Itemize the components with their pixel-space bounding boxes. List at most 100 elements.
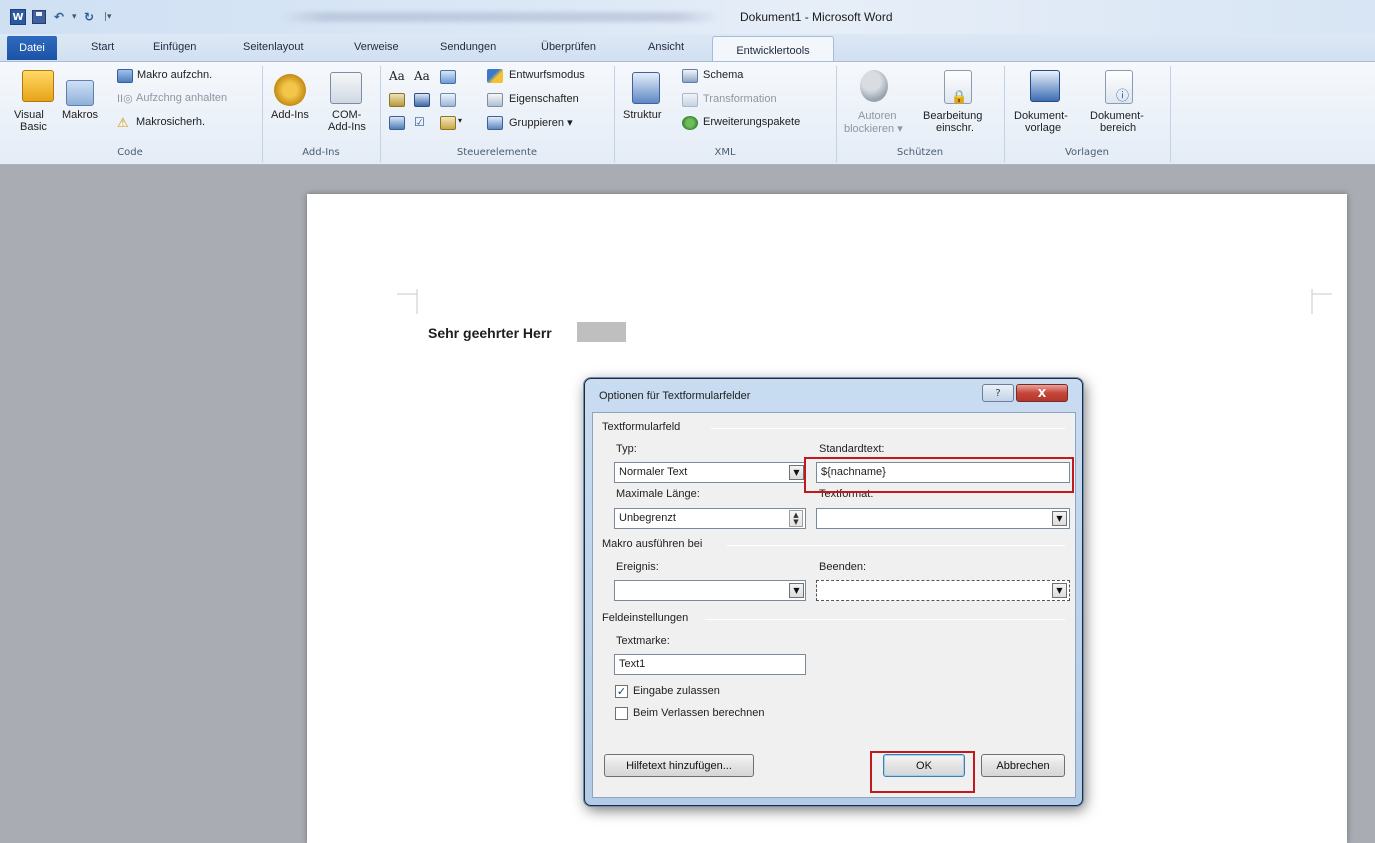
- customize-toolbar-icon[interactable]: |▾: [104, 9, 112, 25]
- chevron-down-icon[interactable]: ▼: [1052, 511, 1067, 526]
- picture-control-icon[interactable]: [440, 70, 456, 84]
- date-picker-control-icon[interactable]: [389, 116, 405, 130]
- autoren-blockieren-label-2[interactable]: blockieren ▾: [844, 122, 903, 135]
- visual-basic-icon[interactable]: [22, 70, 54, 102]
- beim-verlassen-berechnen-label[interactable]: Beim Verlassen berechnen: [633, 707, 764, 719]
- design-mode-icon[interactable]: [487, 69, 503, 83]
- erweiterungspakete-button[interactable]: Erweiterungspakete: [703, 116, 800, 128]
- tab-sendungen[interactable]: Sendungen: [440, 41, 496, 53]
- addins-gear-icon[interactable]: [274, 74, 306, 106]
- group-label-schuetzen: Schützen: [896, 147, 944, 158]
- addins-button[interactable]: Add-Ins: [271, 109, 309, 121]
- dokumentbereich-label-2[interactable]: bereich: [1100, 122, 1136, 134]
- legacy-tools-dropdown-icon[interactable]: ▾: [458, 116, 462, 125]
- transformation-button[interactable]: Transformation: [703, 93, 777, 105]
- ereignis-select[interactable]: [614, 580, 806, 601]
- schema-button[interactable]: Schema: [703, 69, 743, 81]
- visual-basic-label-2[interactable]: Basic: [20, 121, 47, 133]
- struktur-button[interactable]: Struktur: [623, 109, 662, 121]
- properties-icon[interactable]: [487, 93, 503, 107]
- dialog-body: Textformularfeld Typ: Normaler Text ▼ St…: [592, 412, 1076, 798]
- ok-button[interactable]: OK: [883, 754, 965, 777]
- tab-ansicht[interactable]: Ansicht: [648, 41, 684, 53]
- gruppieren-button[interactable]: Gruppieren ▾: [509, 116, 573, 129]
- tab-start[interactable]: Start: [91, 41, 114, 53]
- chevron-down-icon[interactable]: ▼: [1052, 583, 1067, 598]
- makrosicherheit-button[interactable]: Makrosicherh.: [136, 116, 205, 128]
- warning-icon: ⚠: [117, 115, 129, 130]
- chevron-down-icon[interactable]: ▼: [789, 465, 804, 480]
- makros-label[interactable]: Makros: [62, 109, 98, 121]
- dialog-title: Optionen für Textformularfelder: [599, 390, 751, 402]
- dropdown-control-icon[interactable]: [440, 93, 456, 107]
- textmarke-label: Textmarke:: [616, 635, 670, 647]
- eingabe-zulassen-checkbox[interactable]: ✓: [615, 685, 628, 698]
- checkbox-control-icon[interactable]: ☑: [414, 115, 425, 129]
- dokumentvorlage-label-1[interactable]: Dokument-: [1014, 110, 1068, 122]
- abbrechen-button[interactable]: Abbrechen: [981, 754, 1065, 777]
- eigenschaften-button[interactable]: Eigenschaften: [509, 93, 579, 105]
- autoren-blockieren-label-1[interactable]: Autoren: [858, 110, 897, 122]
- group-icon[interactable]: [487, 116, 503, 130]
- section-makro: Makro ausführen bei: [602, 538, 703, 550]
- close-button[interactable]: X: [1016, 384, 1068, 402]
- standardtext-input[interactable]: ${nachname}: [816, 462, 1070, 483]
- textformat-select[interactable]: [816, 508, 1070, 529]
- tab-seitenlayout[interactable]: Seitenlayout: [243, 41, 304, 53]
- undo-icon[interactable]: ↶: [54, 9, 64, 25]
- com-addins-label-2[interactable]: Add-Ins: [328, 121, 366, 133]
- title-bar: W ↶ ▾ ↻ |▾ Dokument1 - Microsoft Word: [0, 0, 1375, 34]
- tab-verweise[interactable]: Verweise: [354, 41, 399, 53]
- record-macro-icon[interactable]: [117, 69, 133, 83]
- bearbeitung-einschr-label-1[interactable]: Bearbeitung: [923, 110, 982, 122]
- com-addins-icon[interactable]: [330, 72, 362, 104]
- word-app-icon[interactable]: W: [10, 9, 26, 25]
- xml-structure-icon[interactable]: [632, 72, 660, 104]
- text-form-field-options-dialog: Optionen für Textformularfelder ? X Text…: [584, 378, 1083, 806]
- group-label-vorlagen: Vorlagen: [1064, 147, 1110, 158]
- block-authors-icon: [860, 70, 888, 102]
- expansion-packs-icon[interactable]: [682, 116, 698, 130]
- section-divider: [727, 545, 1065, 546]
- beenden-select[interactable]: [816, 580, 1070, 601]
- tab-ueberpruefen[interactable]: Überprüfen: [541, 41, 596, 53]
- entwurfsmodus-button[interactable]: Entwurfsmodus: [509, 69, 585, 81]
- makros-icon[interactable]: [66, 80, 94, 106]
- section-textformularfeld: Textformularfeld: [602, 421, 681, 433]
- undo-dropdown-icon[interactable]: ▾: [72, 9, 77, 25]
- tab-einfuegen[interactable]: Einfügen: [153, 41, 196, 53]
- eingabe-zulassen-label[interactable]: Eingabe zulassen: [633, 685, 720, 697]
- com-addins-label-1[interactable]: COM-: [332, 109, 361, 121]
- aufzeichnung-anhalten-button[interactable]: Aufzchng anhalten: [136, 92, 227, 104]
- transformation-icon: [682, 93, 698, 107]
- building-block-control-icon[interactable]: [389, 93, 405, 107]
- rich-text-control-icon[interactable]: Aa: [389, 69, 405, 83]
- makro-aufzeichnen-button[interactable]: Makro aufzchn.: [137, 69, 212, 81]
- maximale-laenge-input[interactable]: Unbegrenzt: [614, 508, 806, 529]
- text-form-field[interactable]: [577, 322, 626, 342]
- redo-icon[interactable]: ↻: [84, 9, 94, 25]
- dokumentbereich-label-1[interactable]: Dokument-: [1090, 110, 1144, 122]
- chevron-down-icon[interactable]: ▼: [789, 583, 804, 598]
- textmarke-input[interactable]: Text1: [614, 654, 806, 675]
- length-spinner-icon[interactable]: ▲ ▼: [789, 510, 803, 527]
- combo-box-control-icon[interactable]: [414, 93, 430, 107]
- visual-basic-label-1[interactable]: Visual: [14, 109, 44, 121]
- ribbon-tab-bar: Datei Start Einfügen Seitenlayout Verwei…: [0, 34, 1375, 64]
- tab-entwicklertools[interactable]: Entwicklertools: [712, 36, 834, 64]
- save-icon[interactable]: [32, 10, 46, 24]
- hilfetext-hinzufuegen-button[interactable]: Hilfetext hinzufügen...: [604, 754, 754, 777]
- schema-icon[interactable]: [682, 69, 698, 83]
- plain-text-control-icon[interactable]: Aa: [414, 69, 430, 83]
- beim-verlassen-berechnen-checkbox[interactable]: [615, 707, 628, 720]
- document-salutation-text[interactable]: Sehr geehrter Herr: [428, 325, 552, 341]
- bearbeitung-einschr-label-2[interactable]: einschr.: [936, 122, 974, 134]
- tab-datei[interactable]: Datei: [7, 36, 57, 60]
- section-divider: [705, 619, 1065, 620]
- maximale-laenge-label: Maximale Länge:: [616, 488, 700, 500]
- help-button[interactable]: ?: [982, 384, 1014, 402]
- legacy-tools-icon[interactable]: [440, 116, 456, 130]
- typ-select[interactable]: Normaler Text: [614, 462, 806, 483]
- document-template-icon[interactable]: [1030, 70, 1060, 102]
- dokumentvorlage-label-2[interactable]: vorlage: [1025, 122, 1061, 134]
